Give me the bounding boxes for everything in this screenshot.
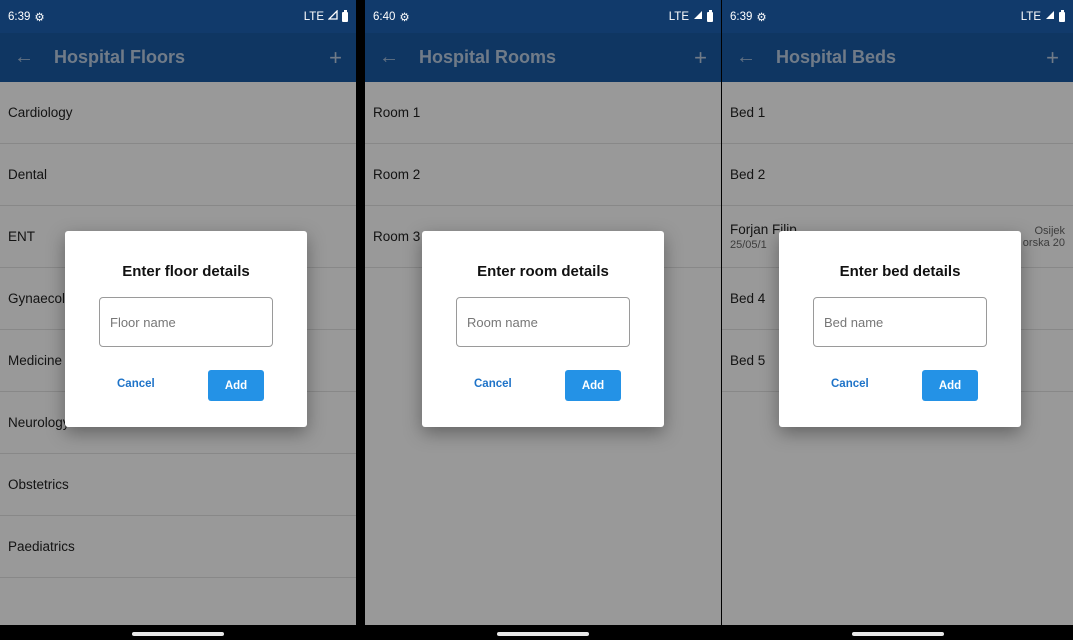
room-name-input[interactable] xyxy=(457,298,629,346)
home-handle[interactable] xyxy=(851,632,944,636)
dialog-title: Enter floor details xyxy=(122,263,250,280)
screens: 6:39 ⚙ LTE ← Hospital Floors + Cardiolog… xyxy=(0,0,1073,640)
signal-icon xyxy=(693,10,703,23)
battery-icon xyxy=(1059,9,1065,22)
signal-icon xyxy=(1045,10,1055,23)
gear-icon: ⚙ xyxy=(399,11,410,24)
status-bar: 6:39 ⚙ LTE xyxy=(722,0,1073,33)
status-bar: 6:40 ⚙ LTE xyxy=(365,0,721,33)
floor-name-field xyxy=(99,297,273,347)
status-time: 6:40 xyxy=(373,10,396,23)
battery-icon xyxy=(342,9,348,22)
status-time: 6:39 xyxy=(730,10,753,23)
network-label: LTE xyxy=(668,10,689,23)
bed-dialog: Enter bed details Cancel Add xyxy=(779,231,1021,427)
floor-dialog: Enter floor details Cancel Add xyxy=(65,231,307,427)
home-handle[interactable] xyxy=(132,632,224,636)
gear-icon: ⚙ xyxy=(756,11,767,24)
gear-icon: ⚙ xyxy=(34,11,45,24)
phone-beds: 6:39 ⚙ LTE ← Hospital Beds + Bed 1 Bed 2… xyxy=(722,0,1073,640)
battery-icon xyxy=(707,9,713,22)
phone-floors: 6:39 ⚙ LTE ← Hospital Floors + Cardiolog… xyxy=(0,0,356,640)
network-label: LTE xyxy=(1020,10,1041,23)
room-name-field xyxy=(456,297,630,347)
status-time: 6:39 xyxy=(8,10,31,23)
dialog-title: Enter bed details xyxy=(839,263,961,280)
nav-bar xyxy=(722,625,1073,640)
phone-rooms: 6:40 ⚙ LTE ← Hospital Rooms + Room 1 Roo… xyxy=(365,0,721,640)
nav-bar xyxy=(0,625,356,640)
cancel-button[interactable]: Cancel xyxy=(474,378,512,390)
bed-name-field xyxy=(813,297,987,347)
home-handle[interactable] xyxy=(497,632,589,636)
add-button[interactable]: Add xyxy=(922,370,978,401)
add-button[interactable]: Add xyxy=(208,370,264,401)
cancel-button[interactable]: Cancel xyxy=(831,378,869,390)
floor-name-input[interactable] xyxy=(100,298,272,346)
dialog-title: Enter room details xyxy=(477,263,609,280)
add-button[interactable]: Add xyxy=(565,370,621,401)
room-dialog: Enter room details Cancel Add xyxy=(422,231,664,427)
signal-icon xyxy=(327,9,338,23)
cancel-button[interactable]: Cancel xyxy=(117,378,155,390)
status-bar: 6:39 ⚙ LTE xyxy=(0,0,356,33)
nav-bar xyxy=(365,625,721,640)
bed-name-input[interactable] xyxy=(814,298,986,346)
network-label: LTE xyxy=(303,10,324,23)
